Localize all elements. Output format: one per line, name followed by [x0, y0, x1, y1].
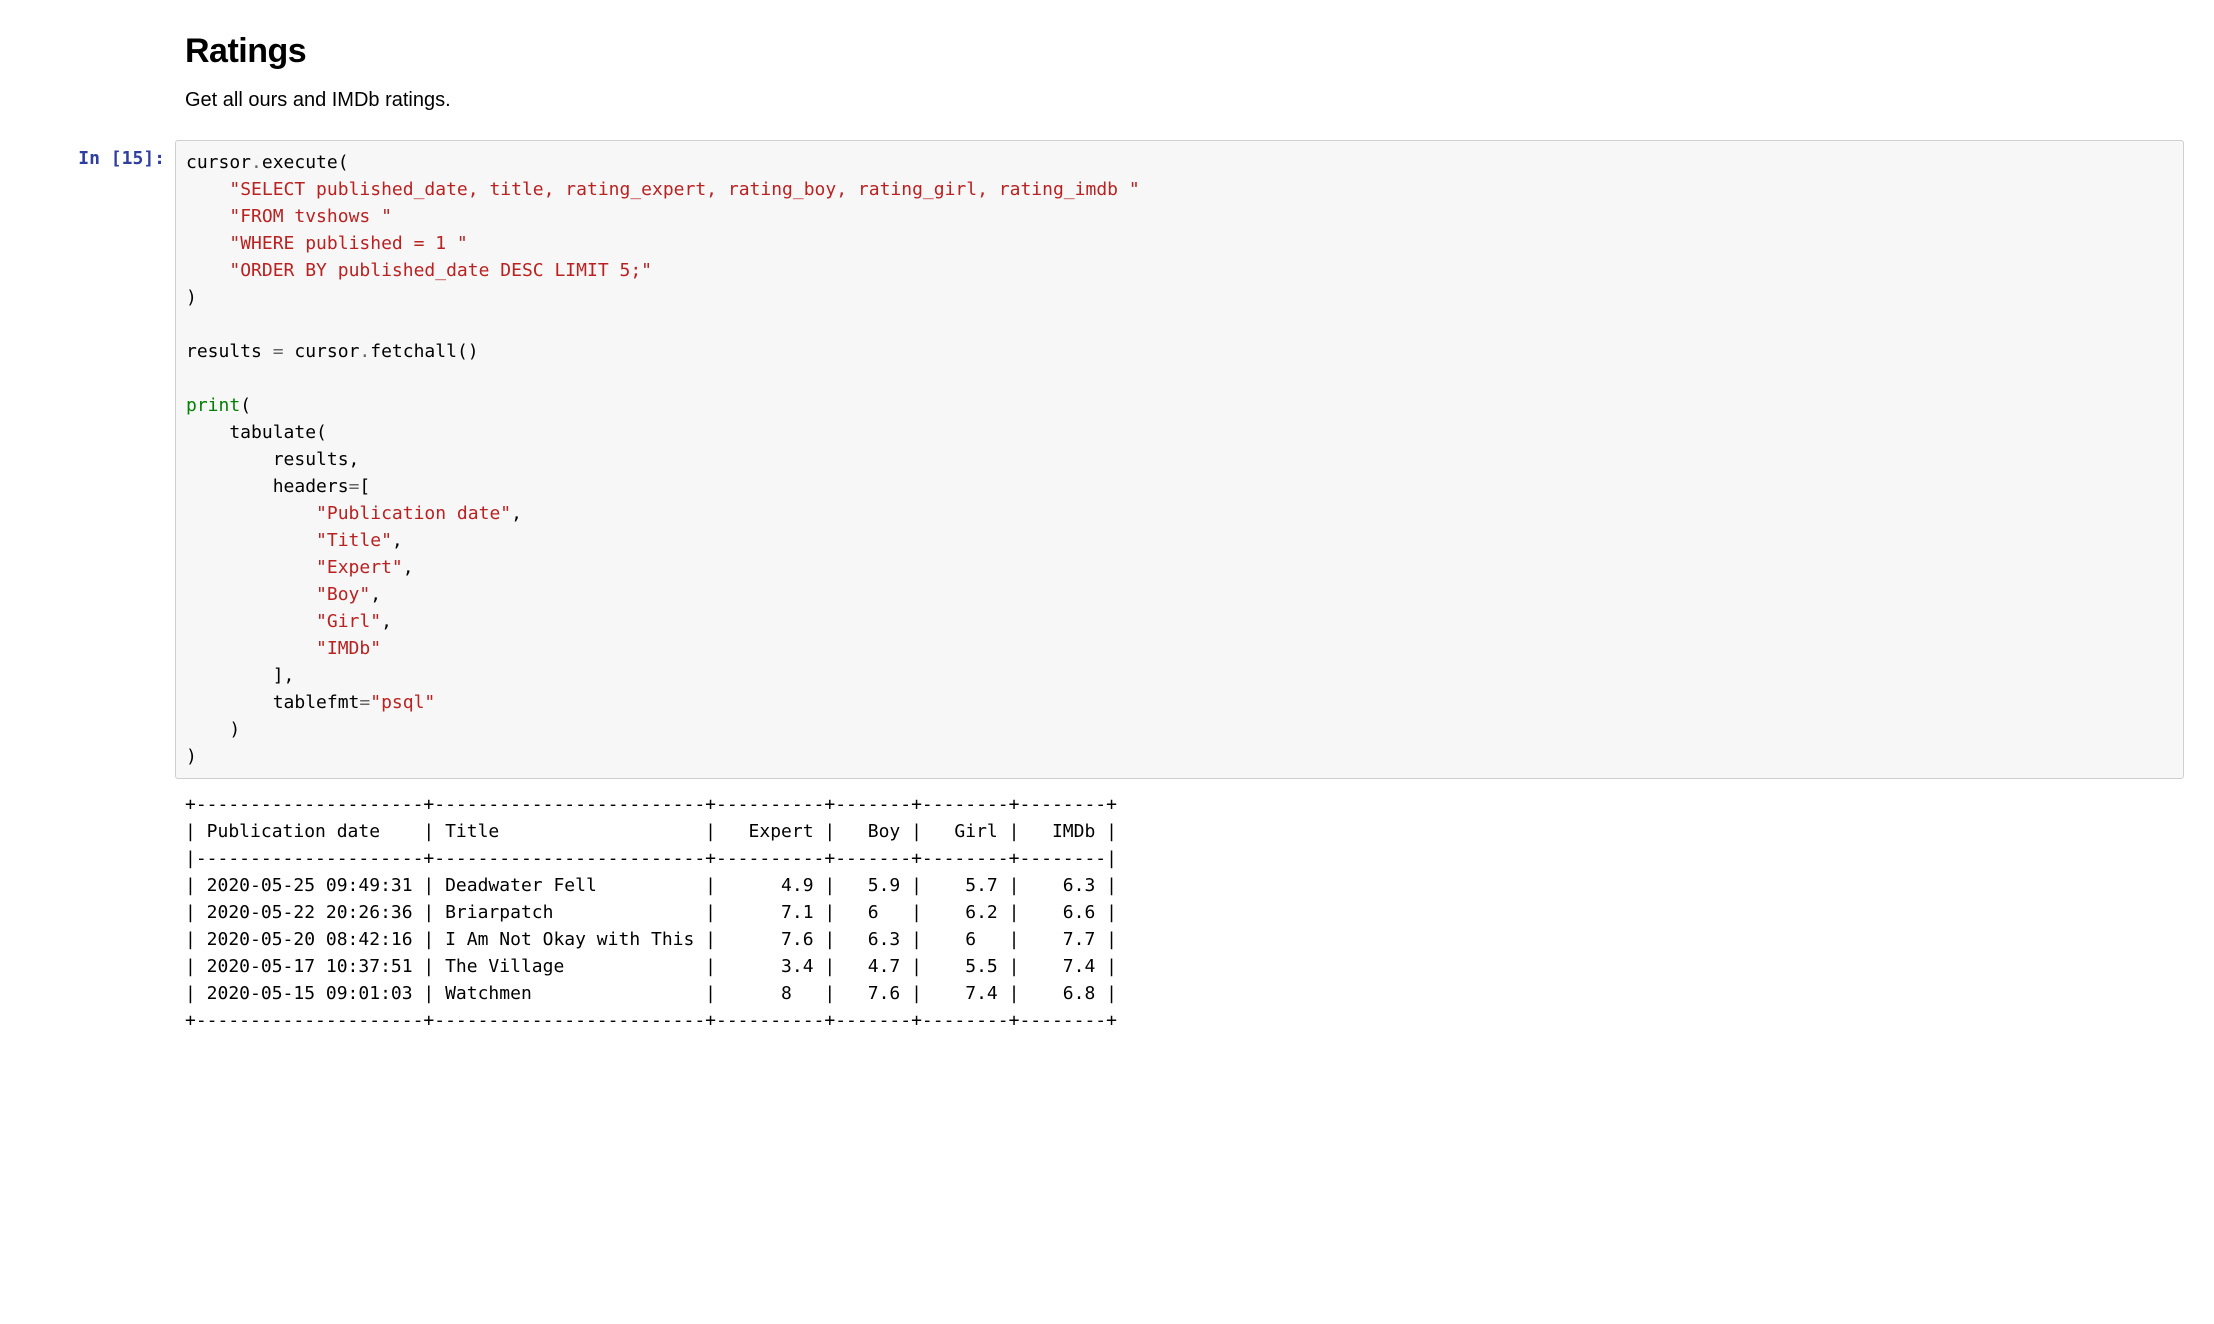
code-token: cursor [284, 341, 360, 362]
code-string: "Title" [316, 530, 392, 551]
section-description: Get all ours and IMDb ratings. [185, 89, 2144, 112]
code-token: tabulate( [186, 422, 327, 443]
code-token: , [511, 503, 522, 524]
markdown-cell: Ratings Get all ours and IMDb ratings. [185, 32, 2144, 112]
code-token: [ [359, 476, 370, 497]
code-token: results, [186, 449, 359, 470]
output-prompt: . [30, 781, 175, 810]
code-string: "WHERE published = 1 " [229, 233, 467, 254]
code-token: cursor [186, 152, 251, 173]
code-token: fetchall() [370, 341, 478, 362]
code-token [186, 233, 229, 254]
code-token: , [370, 584, 381, 605]
code-token: = [349, 476, 360, 497]
code-string: "Publication date" [316, 503, 511, 524]
code-string: "Boy" [316, 584, 370, 605]
code-output: +---------------------+-----------------… [175, 781, 2184, 1034]
code-token: = [273, 341, 284, 362]
code-token [186, 503, 316, 524]
code-token: tablefmt [186, 692, 359, 713]
code-string: "Expert" [316, 557, 403, 578]
code-token [186, 584, 316, 605]
code-string: "Girl" [316, 611, 381, 632]
code-token [186, 206, 229, 227]
code-string: "psql" [370, 692, 435, 713]
code-token: ], [186, 665, 294, 686]
code-string: "IMDb" [316, 638, 381, 659]
code-token: headers [186, 476, 349, 497]
output-cell: . +---------------------+---------------… [30, 781, 2184, 1034]
code-cell: In [15]: cursor.execute( "SELECT publish… [30, 140, 2184, 779]
code-token: results [186, 341, 273, 362]
code-token [186, 179, 229, 200]
code-token: execute( [262, 152, 349, 173]
code-token [186, 530, 316, 551]
code-token: , [381, 611, 392, 632]
code-token: , [403, 557, 414, 578]
code-token: ) [186, 287, 197, 308]
code-token: = [359, 692, 370, 713]
code-builtin: print [186, 395, 240, 416]
code-token: . [251, 152, 262, 173]
notebook: Ratings Get all ours and IMDb ratings. I… [0, 0, 2214, 1076]
input-prompt: In [15]: [30, 140, 175, 169]
code-token: ) [186, 719, 240, 740]
code-token [186, 557, 316, 578]
code-string: "FROM tvshows " [229, 206, 392, 227]
code-token [186, 611, 316, 632]
code-token: , [392, 530, 403, 551]
code-string: "SELECT published_date, title, rating_ex… [229, 179, 1139, 200]
code-token: ( [240, 395, 251, 416]
code-string: "ORDER BY published_date DESC LIMIT 5;" [229, 260, 652, 281]
code-token [186, 260, 229, 281]
code-input[interactable]: cursor.execute( "SELECT published_date, … [175, 140, 2184, 779]
code-token: . [359, 341, 370, 362]
code-token [186, 638, 316, 659]
section-title: Ratings [185, 32, 2144, 71]
code-token: ) [186, 746, 197, 767]
